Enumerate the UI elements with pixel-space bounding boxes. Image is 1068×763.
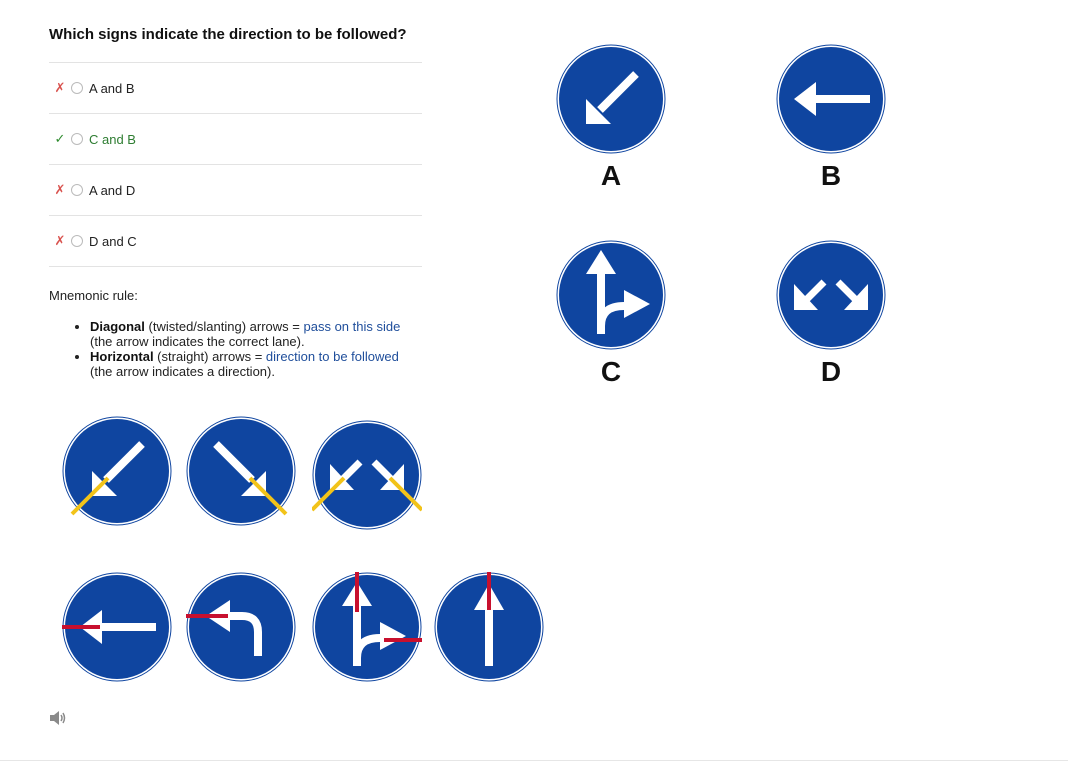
- option-label: D and C: [89, 233, 137, 249]
- rule-text: (straight) arrows =: [153, 349, 266, 364]
- rule-highlight: pass on this side: [303, 319, 401, 334]
- sign-a: [556, 44, 666, 154]
- rule-note: (the arrow indicates the correct lane).: [90, 334, 305, 349]
- sign-c-letter: C: [600, 356, 622, 387]
- arrow-down-right-icon: [186, 416, 296, 526]
- speaker-icon[interactable]: [49, 710, 67, 726]
- rule-horizontal: Horizontal (straight) arrows = direction…: [90, 349, 450, 379]
- example-sign-straight-or-right: [312, 572, 422, 682]
- sign-b-letter: B: [820, 160, 842, 191]
- speaker-glyph: [50, 711, 66, 725]
- correct-mark-icon: ✓: [54, 131, 66, 146]
- wrong-mark-icon: ✗: [54, 182, 66, 197]
- answer-options: ✗ A and B ✓ C and B ✗ A and D ✗ D and C: [49, 62, 422, 267]
- answer-option-a-and-b[interactable]: ✗ A and B: [49, 62, 422, 113]
- arrows-down-both-sides-icon: [776, 240, 886, 350]
- answer-option-a-and-d[interactable]: ✗ A and D: [49, 164, 422, 215]
- radio-button[interactable]: [71, 133, 83, 145]
- rule-diagonal: Diagonal (twisted/slanting) arrows = pas…: [90, 319, 450, 349]
- example-sign-diagonal-right: [186, 416, 296, 526]
- wrong-mark-icon: ✗: [54, 80, 66, 95]
- bottom-divider: [0, 760, 1068, 761]
- arrow-straight-or-right-icon: [312, 572, 422, 682]
- arrow-down-left-icon: [62, 416, 172, 526]
- arrow-down-left-icon: [556, 44, 666, 154]
- arrow-straight-or-right-icon: [556, 240, 666, 350]
- option-label: A and B: [89, 80, 135, 96]
- radio-button[interactable]: [71, 235, 83, 247]
- example-sign-diagonal-left: [62, 416, 172, 526]
- example-sign-turn-left: [186, 572, 296, 682]
- answer-option-d-and-c[interactable]: ✗ D and C: [49, 215, 422, 267]
- sign-b: [776, 44, 886, 154]
- arrow-turn-left-icon: [186, 572, 296, 682]
- example-sign-both-sides: [312, 420, 422, 530]
- sign-d-letter: D: [820, 356, 842, 387]
- example-sign-left: [62, 572, 172, 682]
- rule-highlight: direction to be followed: [265, 349, 399, 364]
- rule-keyword: Diagonal: [90, 319, 145, 334]
- mnemonic-rules: Diagonal (twisted/slanting) arrows = pas…: [71, 319, 450, 379]
- rule-text: (twisted/slanting) arrows =: [144, 319, 304, 334]
- rule-keyword: Horizontal: [90, 349, 154, 364]
- option-label: C and B: [89, 131, 136, 147]
- wrong-mark-icon: ✗: [54, 233, 66, 248]
- sign-d: [776, 240, 886, 350]
- mnemonic-title: Mnemonic rule:: [49, 288, 138, 303]
- radio-button[interactable]: [71, 82, 83, 94]
- arrows-down-both-sides-icon: [312, 420, 422, 530]
- radio-button[interactable]: [71, 184, 83, 196]
- example-sign-straight: [434, 572, 544, 682]
- question-title: Which signs indicate the direction to be…: [49, 26, 407, 43]
- option-label: A and D: [89, 182, 136, 198]
- sign-a-letter: A: [600, 160, 622, 191]
- arrow-left-icon: [62, 572, 172, 682]
- answer-option-c-and-b[interactable]: ✓ C and B: [49, 113, 422, 164]
- sign-c: [556, 240, 666, 350]
- arrow-left-icon: [776, 44, 886, 154]
- arrow-straight-icon: [434, 572, 544, 682]
- rule-note: (the arrow indicates a direction).: [90, 364, 275, 379]
